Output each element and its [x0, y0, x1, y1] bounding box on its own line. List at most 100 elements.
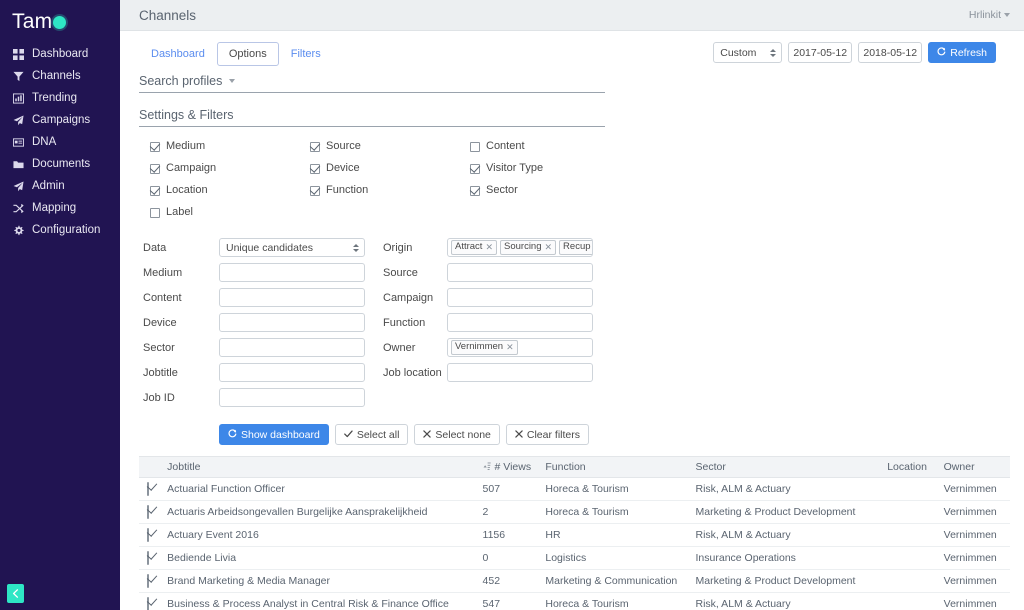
source-input[interactable]: [447, 263, 593, 283]
sidebar-collapse-button[interactable]: [7, 584, 24, 603]
field-source: Source: [383, 260, 615, 285]
tab-options[interactable]: Options: [216, 42, 279, 67]
table-row[interactable]: Actuarial Function Officer 507 Horeca & …: [139, 477, 1010, 502]
row-checkbox[interactable]: [147, 482, 149, 497]
remove-tag-icon[interactable]: ✕: [506, 342, 514, 353]
user-menu[interactable]: Hrlinkit: [969, 9, 1010, 21]
date-preset-select[interactable]: Custom: [713, 42, 783, 63]
tag-chip[interactable]: Sourcing ✕: [500, 240, 557, 255]
checkbox-label[interactable]: Label: [150, 207, 310, 218]
cell-owner: Vernimmen: [939, 523, 1010, 548]
table-row[interactable]: Actuaris Arbeidsongevallen Burgelijke Aa…: [139, 500, 1010, 525]
table-row[interactable]: Bediende Livia 0 Logistics Insurance Ope…: [139, 546, 1010, 571]
column-header-function[interactable]: Function: [541, 456, 692, 479]
start-date-input[interactable]: 2017-05-12: [788, 42, 853, 63]
select-all-button[interactable]: Select all: [334, 424, 409, 446]
sidebar-item-dashboard[interactable]: Dashboard: [0, 45, 120, 64]
field-function: Function: [383, 310, 615, 335]
checkbox-label: Content: [486, 140, 525, 153]
checkbox-source[interactable]: Source: [310, 141, 470, 152]
sidebar-item-admin[interactable]: Admin: [0, 177, 120, 196]
tag-chip[interactable]: Recup✕: [559, 240, 592, 255]
main-area: Channels Hrlinkit Dashboard Options Filt…: [120, 0, 1024, 610]
clear-filters-button[interactable]: Clear filters: [505, 424, 589, 446]
row-checkbox[interactable]: [147, 551, 149, 566]
tab-filters[interactable]: Filters: [279, 42, 333, 66]
search-profiles-header[interactable]: Search profiles: [139, 66, 605, 94]
table-row[interactable]: Business & Process Analyst in Central Ri…: [139, 592, 1010, 610]
checkbox-label: Function: [326, 184, 369, 197]
origin-tags-input[interactable]: Attract✕ Sourcing✕ Recup✕: [447, 238, 593, 258]
sidebar-item-campaigns[interactable]: Campaigns: [0, 111, 120, 130]
jobid-input[interactable]: [219, 388, 365, 408]
column-header-location[interactable]: Location: [883, 456, 940, 479]
remove-tag-icon[interactable]: ✕: [545, 242, 553, 253]
tag-chip[interactable]: Attract ✕: [451, 240, 497, 255]
row-checkbox[interactable]: [147, 574, 149, 589]
sidebar-item-documents[interactable]: Documents: [0, 155, 120, 174]
owner-tags-input[interactable]: Vernimmen ✕: [447, 338, 593, 358]
field-origin: Origin Attract✕ Sourcing✕ Recup✕: [383, 235, 615, 260]
filter-fields-left: Data Unique candidates Medium Content De…: [143, 235, 375, 410]
select-none-button[interactable]: Select none: [414, 424, 500, 446]
column-header-owner[interactable]: Owner: [939, 456, 1010, 479]
checkbox-campaign[interactable]: Campaign: [150, 163, 310, 174]
device-input[interactable]: [219, 313, 365, 333]
checkbox-function[interactable]: Function: [310, 185, 470, 196]
content-input[interactable]: [219, 288, 365, 308]
row-checkbox[interactable]: [147, 505, 149, 520]
checkbox-label: Visitor Type: [486, 162, 544, 175]
column-header-views[interactable]: # Views: [478, 456, 542, 479]
show-dashboard-button[interactable]: Show dashboard: [219, 424, 329, 446]
row-checkbox[interactable]: [147, 597, 149, 610]
sidebar-item-configuration[interactable]: Configuration: [0, 221, 120, 240]
filter-fields: Data Unique candidates Medium Content De…: [139, 235, 1010, 410]
table-row[interactable]: Brand Marketing & Media Manager 452 Mark…: [139, 569, 1010, 594]
sidebar-item-trending[interactable]: Trending: [0, 89, 120, 108]
checkbox-sector[interactable]: Sector: [470, 185, 630, 196]
column-header-jobtitle[interactable]: Jobtitle: [163, 456, 479, 479]
refresh-button[interactable]: Refresh: [928, 42, 996, 63]
campaign-input[interactable]: [447, 288, 593, 308]
top-bar: Channels Hrlinkit: [120, 0, 1024, 31]
column-header-sector[interactable]: Sector: [691, 456, 884, 479]
sidebar-item-channels[interactable]: Channels: [0, 67, 120, 86]
row-checkbox-cell[interactable]: [139, 546, 164, 571]
checkbox-location[interactable]: Location: [150, 185, 310, 196]
tag-label: Attract: [455, 241, 483, 253]
tab-dashboard[interactable]: Dashboard: [139, 42, 217, 66]
sector-input[interactable]: [219, 338, 365, 358]
remove-tag-icon[interactable]: ✕: [485, 242, 493, 253]
table-row[interactable]: Actuary Event 2016 1156 HR Risk, ALM & A…: [139, 523, 1010, 548]
sidebar-item-mapping[interactable]: Mapping: [0, 199, 120, 218]
sidebar-item-label: Channels: [32, 69, 81, 82]
jobtitle-input[interactable]: [219, 363, 365, 383]
sidebar: Tam Dashboard Channels Trending Campaign…: [0, 0, 120, 610]
checkbox-visitor-type[interactable]: Visitor Type: [470, 163, 630, 174]
field-label: Owner: [383, 341, 416, 354]
row-checkbox-cell[interactable]: [139, 569, 164, 594]
function-input[interactable]: [447, 313, 593, 333]
row-checkbox-cell[interactable]: [139, 500, 164, 525]
checkbox-content[interactable]: Content: [470, 141, 630, 152]
job-location-input[interactable]: [447, 363, 593, 383]
app-logo[interactable]: Tam: [0, 0, 120, 34]
sidebar-item-label: Dashboard: [32, 47, 89, 60]
row-checkbox-cell[interactable]: [139, 592, 164, 610]
cell-location: [883, 592, 940, 610]
sidebar-item-dna[interactable]: DNA: [0, 133, 120, 152]
logo-text: Tam: [12, 10, 53, 33]
data-select[interactable]: Unique candidates: [219, 238, 365, 258]
checkbox-medium[interactable]: Medium: [150, 141, 310, 152]
tag-chip[interactable]: Vernimmen ✕: [451, 340, 518, 355]
plane-icon: [11, 180, 26, 193]
end-date-input[interactable]: 2018-05-12: [858, 42, 923, 63]
row-checkbox[interactable]: [147, 528, 149, 543]
row-checkbox-cell[interactable]: [139, 477, 164, 502]
medium-input[interactable]: [219, 263, 365, 283]
cell-jobtitle: Actuarial Function Officer: [163, 477, 479, 502]
field-owner: Owner Vernimmen ✕: [383, 335, 615, 360]
checkbox-device[interactable]: Device: [310, 163, 470, 174]
gear-icon: [11, 224, 26, 237]
row-checkbox-cell[interactable]: [139, 523, 164, 548]
